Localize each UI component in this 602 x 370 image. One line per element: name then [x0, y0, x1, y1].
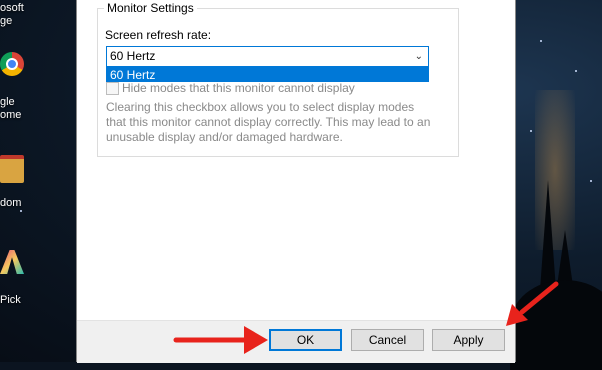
chrome-icon	[0, 52, 24, 76]
desktop-icon-pick[interactable]: Pick	[0, 250, 30, 306]
wallpaper-hill	[510, 280, 602, 370]
hide-modes-description: Clearing this checkbox allows you to sel…	[106, 100, 431, 144]
folder-icon	[0, 155, 24, 183]
desktop-icon-chrome[interactable]: gle ome	[0, 52, 30, 122]
desktop-icon-label: dom	[0, 197, 22, 209]
refresh-rate-select[interactable]: 60 Hertz ⌄	[106, 46, 429, 67]
desktop-icon-label: gle ome	[0, 96, 22, 121]
ok-button[interactable]: OK	[269, 329, 342, 351]
chevron-down-icon: ⌄	[414, 51, 423, 62]
wallpaper-star	[530, 130, 532, 132]
wallpaper-star	[575, 70, 577, 72]
cancel-button[interactable]: Cancel	[351, 329, 424, 351]
wallpaper-star	[540, 40, 542, 42]
wallpaper-tree	[540, 180, 556, 290]
refresh-rate-value: 60 Hertz	[110, 49, 156, 63]
refresh-rate-option[interactable]: 60 Hertz	[106, 67, 429, 82]
refresh-rate-label: Screen refresh rate:	[105, 28, 212, 42]
group-title: Monitor Settings	[104, 1, 197, 15]
hide-modes-label: Hide modes that this monitor cannot disp…	[122, 81, 355, 95]
desktop-icon-label: osoft ge	[0, 2, 24, 27]
pick-app-icon	[0, 250, 24, 274]
wallpaper-star	[20, 210, 22, 212]
desktop-icon-label: Pick	[0, 294, 21, 306]
hide-modes-checkbox[interactable]	[106, 82, 119, 95]
display-adapter-properties-dialog: Monitor Settings Screen refresh rate: 60…	[76, 0, 516, 363]
wallpaper-star	[590, 180, 592, 182]
desktop-icon-folder[interactable]: dom	[0, 155, 30, 209]
apply-button[interactable]: Apply	[432, 329, 505, 351]
